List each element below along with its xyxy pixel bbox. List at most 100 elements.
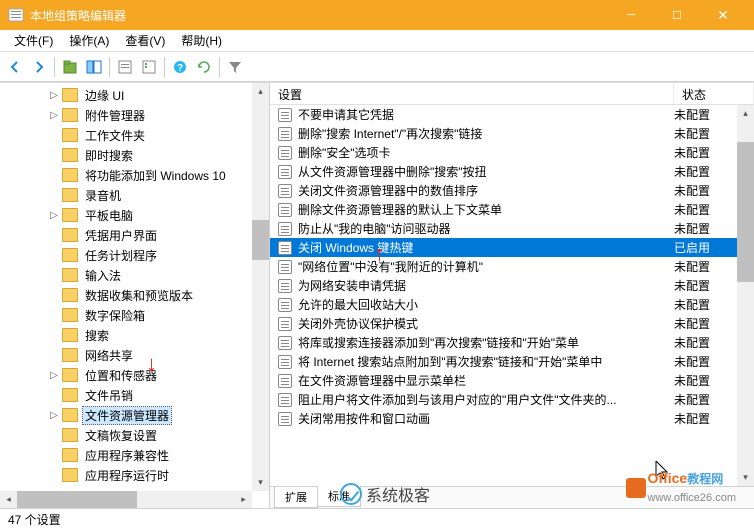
tree-item[interactable]: 应用程序运行时 xyxy=(0,465,269,485)
scroll-up-icon[interactable]: ▴ xyxy=(737,105,754,122)
tree-item[interactable]: ▷边缘 UI xyxy=(0,85,269,105)
tree-pane: ▷边缘 UI▷附件管理器工作文件夹即时搜索将功能添加到 Windows 10录音… xyxy=(0,83,270,508)
scroll-up-icon[interactable]: ▴ xyxy=(252,83,269,100)
scroll-down-icon[interactable]: ▾ xyxy=(737,469,754,486)
tree-item-label: 搜索 xyxy=(82,327,112,344)
tree-item[interactable]: ▷附件管理器 xyxy=(0,105,269,125)
scroll-down-icon[interactable]: ▾ xyxy=(252,474,269,491)
list-row[interactable]: 关闭文件资源管理器中的数值排序未配置 xyxy=(270,181,754,200)
list-row[interactable]: 阻止用户将文件添加到与该用户对应的"用户文件"文件夹的...未配置 xyxy=(270,390,754,409)
list-row-setting: 删除文件资源管理器的默认上下文菜单 xyxy=(298,201,674,218)
folder-icon xyxy=(62,468,78,482)
back-button[interactable] xyxy=(4,56,26,78)
tree-item[interactable]: ▷平板电脑 xyxy=(0,205,269,225)
scroll-thumb-h[interactable] xyxy=(17,491,137,508)
list-row-setting: 将 Internet 搜索站点附加到"再次搜索"链接和"开始"菜单中 xyxy=(298,353,674,370)
folder-icon xyxy=(62,188,78,202)
tree-item[interactable]: 工作文件夹 xyxy=(0,125,269,145)
folder-icon xyxy=(62,268,78,282)
expand-icon[interactable]: ▷ xyxy=(48,370,60,381)
expand-icon[interactable]: ▷ xyxy=(48,210,60,221)
tree-item[interactable]: ▷ 文件资源管理器 xyxy=(0,405,269,425)
setting-icon xyxy=(278,260,294,274)
tree-item[interactable]: ▷位置和传感器 xyxy=(0,365,269,385)
expand-icon[interactable]: ▷ xyxy=(48,90,60,101)
watermark-r-text2: 教程网 xyxy=(687,472,723,486)
list-row-setting: 不要申请其它凭据 xyxy=(298,106,674,123)
tree-item[interactable]: 即时搜索 xyxy=(0,145,269,165)
list-row[interactable]: 在文件资源管理器中显示菜单栏未配置 xyxy=(270,371,754,390)
list-row[interactable]: 关闭常用按件和窗口动画未配置 xyxy=(270,409,754,428)
filter-button[interactable] xyxy=(224,56,246,78)
scroll-left-icon[interactable]: ◂ xyxy=(0,491,17,508)
list-row-setting: 关闭常用按件和窗口动画 xyxy=(298,410,674,427)
list-row[interactable]: 将 Internet 搜索站点附加到"再次搜索"链接和"开始"菜单中未配置 xyxy=(270,352,754,371)
tree-item[interactable]: 数据收集和预览版本 xyxy=(0,285,269,305)
tree-item[interactable]: 数字保险箱 xyxy=(0,305,269,325)
tree-item[interactable]: 文件吊销 xyxy=(0,385,269,405)
folder-icon xyxy=(62,228,78,242)
tree-item[interactable]: 应用程序兼容性 xyxy=(0,445,269,465)
list-row[interactable]: 从文件资源管理器中删除"搜索"按扭未配置 xyxy=(270,162,754,181)
properties-button[interactable] xyxy=(114,56,136,78)
up-button[interactable] xyxy=(59,56,81,78)
toolbar: ? xyxy=(0,52,754,82)
column-header-state[interactable]: 状态 xyxy=(674,83,754,104)
setting-icon xyxy=(278,241,294,255)
tree-item[interactable]: 任务计划程序 xyxy=(0,245,269,265)
expand-icon[interactable]: ▷ xyxy=(48,410,60,421)
tree-scrollbar-h[interactable]: ◂ ▸ xyxy=(0,491,252,508)
tree-item[interactable]: 录音机 xyxy=(0,185,269,205)
menu-action[interactable]: 操作(A) xyxy=(61,30,117,51)
list-row[interactable]: 删除"安全"选项卡未配置 xyxy=(270,143,754,162)
help-button[interactable]: ? xyxy=(169,56,191,78)
menu-file[interactable]: 文件(F) xyxy=(6,30,61,51)
tree-item[interactable]: 搜索 xyxy=(0,325,269,345)
close-button[interactable]: ✕ xyxy=(700,0,746,30)
tree-scrollbar-v[interactable]: ▴ ▾ xyxy=(252,83,269,491)
setting-icon xyxy=(278,298,294,312)
list-row[interactable]: 不要申请其它凭据未配置 xyxy=(270,105,754,124)
menu-help[interactable]: 帮助(H) xyxy=(173,30,230,51)
show-hide-tree-button[interactable] xyxy=(83,56,105,78)
list-row[interactable]: 关闭 Windows 键热键已启用 xyxy=(270,238,754,257)
list-row[interactable]: 将库或搜索连接器添加到"再次搜索"链接和"开始"菜单未配置 xyxy=(270,333,754,352)
toolbar-separator xyxy=(164,57,165,77)
tree-item-label: 应用程序兼容性 xyxy=(82,447,172,464)
list-row[interactable]: 防止从"我的电脑"访问驱动器未配置 xyxy=(270,219,754,238)
tab-extended[interactable]: 扩展 xyxy=(274,487,318,508)
tree-item[interactable]: 凭据用户界面 xyxy=(0,225,269,245)
scroll-thumb[interactable] xyxy=(252,220,269,260)
refresh-button[interactable] xyxy=(193,56,215,78)
list-row-setting: 关闭文件资源管理器中的数值排序 xyxy=(298,182,674,199)
list-row[interactable]: 允许的最大回收站大小未配置 xyxy=(270,295,754,314)
tree-view[interactable]: ▷边缘 UI▷附件管理器工作文件夹即时搜索将功能添加到 Windows 10录音… xyxy=(0,83,269,508)
minimize-button[interactable]: ─ xyxy=(608,0,654,30)
forward-button[interactable] xyxy=(28,56,50,78)
list-row[interactable]: 删除文件资源管理器的默认上下文菜单未配置 xyxy=(270,200,754,219)
list-row[interactable]: 关闭外壳协议保护模式未配置 xyxy=(270,314,754,333)
list-row[interactable]: 删除"搜索 Internet"/"再次搜索"链接未配置 xyxy=(270,124,754,143)
setting-icon xyxy=(278,393,294,407)
tree-item-label: 网络共享 xyxy=(82,347,136,364)
list-row[interactable]: 为网络安装申请凭据未配置 xyxy=(270,276,754,295)
svg-text:?: ? xyxy=(177,63,183,74)
expand-icon[interactable]: ▷ xyxy=(48,110,60,121)
tree-item[interactable]: 将功能添加到 Windows 10 xyxy=(0,165,269,185)
list-row[interactable]: "网络位置"中没有"我附近的计算机"未配置 xyxy=(270,257,754,276)
menu-view[interactable]: 查看(V) xyxy=(117,30,173,51)
tree-item-label: 文件资源管理器 xyxy=(82,406,172,425)
scroll-thumb[interactable] xyxy=(737,142,754,282)
tree-item[interactable]: 输入法 xyxy=(0,265,269,285)
column-header-setting[interactable]: 设置 xyxy=(270,83,674,104)
content-panes: ▷边缘 UI▷附件管理器工作文件夹即时搜索将功能添加到 Windows 10录音… xyxy=(0,82,754,508)
list-scrollbar-v[interactable]: ▴ ▾ xyxy=(737,105,754,486)
scroll-right-icon[interactable]: ▸ xyxy=(235,491,252,508)
watermark-r-text3: www.office26.com xyxy=(648,492,736,504)
list-body[interactable]: 不要申请其它凭据未配置删除"搜索 Internet"/"再次搜索"链接未配置删除… xyxy=(270,105,754,486)
tree-item[interactable]: 网络共享 xyxy=(0,345,269,365)
maximize-button[interactable]: ☐ xyxy=(654,0,700,30)
tree-item[interactable]: 文稿恢复设置 xyxy=(0,425,269,445)
export-list-button[interactable] xyxy=(138,56,160,78)
folder-icon xyxy=(62,308,78,322)
